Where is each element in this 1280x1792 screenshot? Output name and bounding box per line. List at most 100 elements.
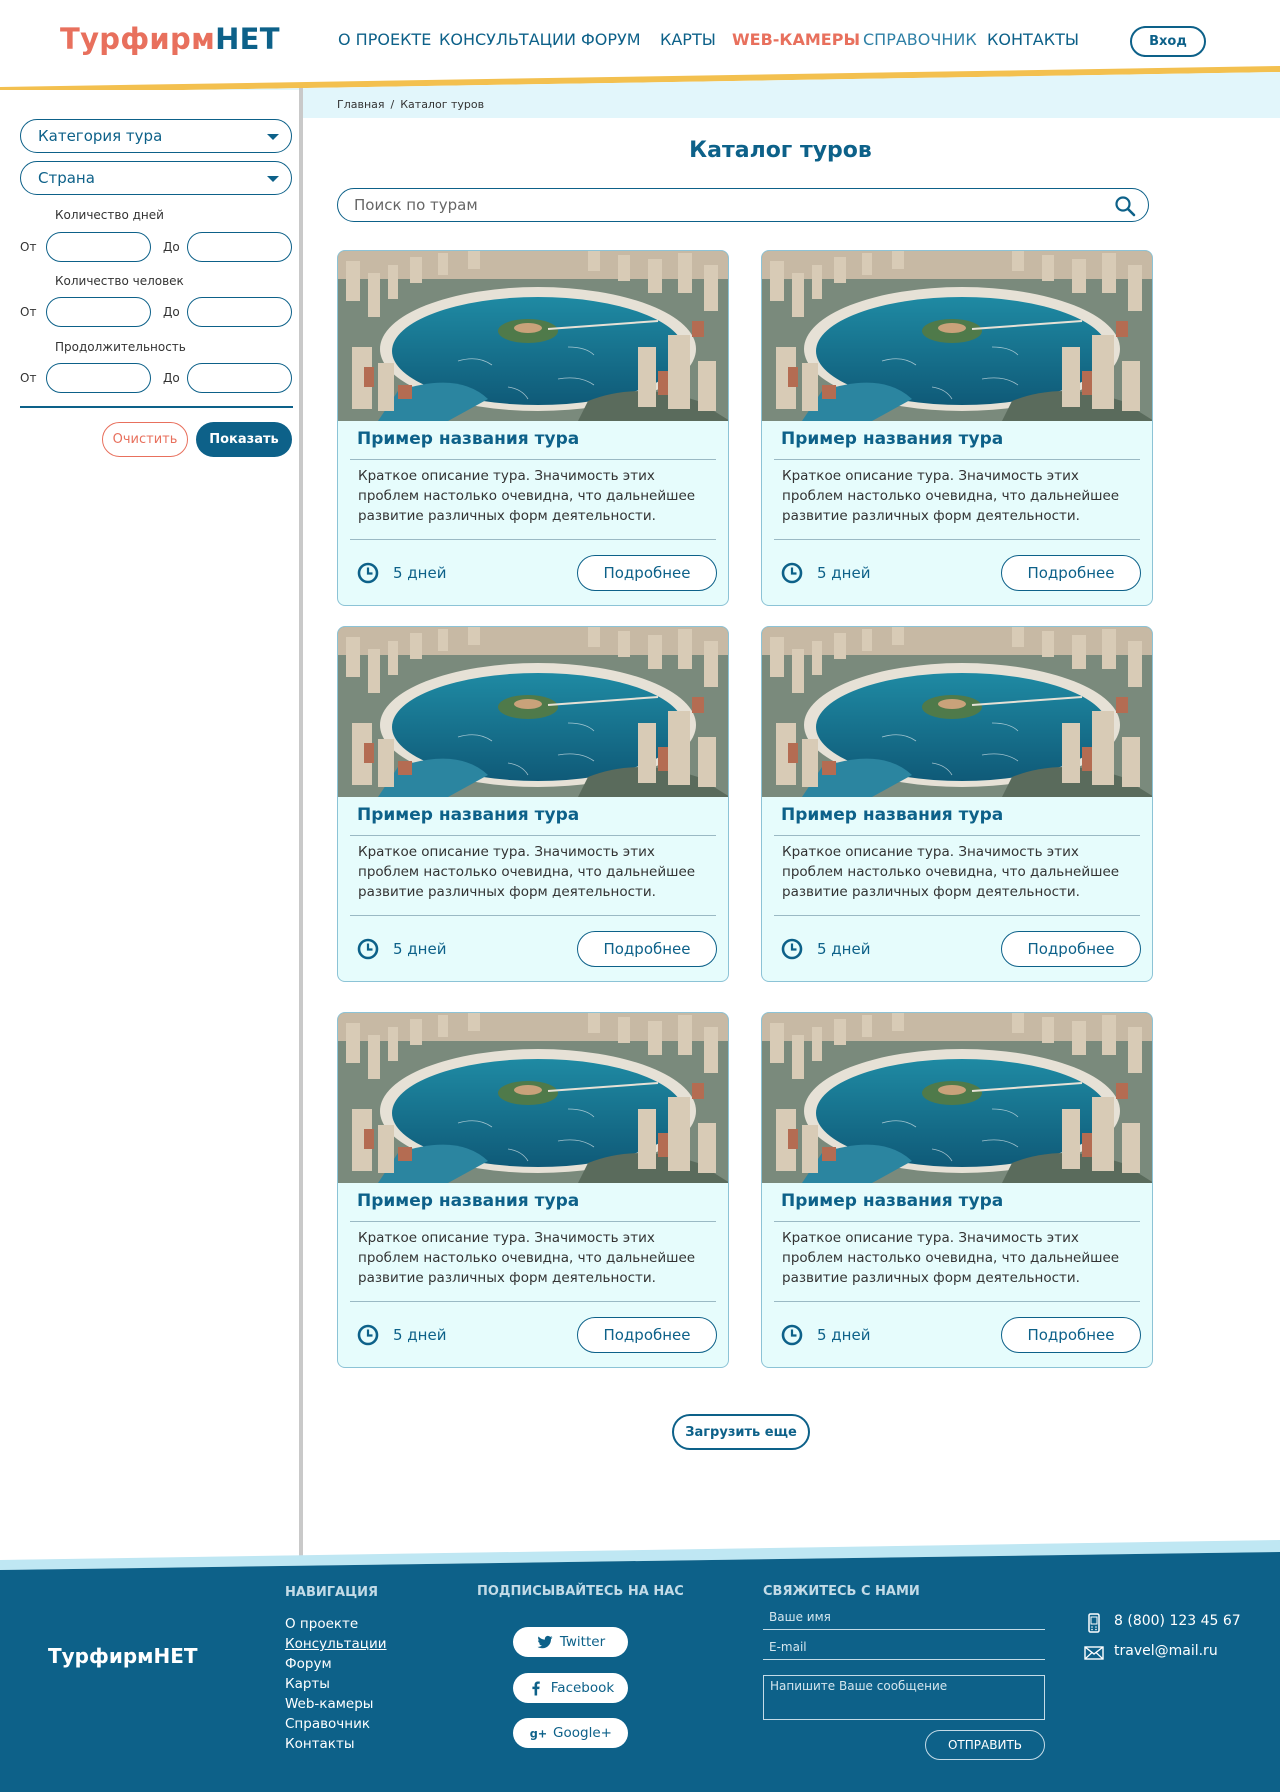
send-button[interactable]: ОТПРАВИТЬ <box>925 1730 1045 1760</box>
duration-to-input[interactable] <box>187 363 292 393</box>
footer-nav-consultations[interactable]: Консультации <box>285 1634 387 1654</box>
details-button[interactable]: Подробнее <box>1001 1317 1141 1353</box>
clear-filters-button[interactable]: Очистить <box>102 422 188 457</box>
tour-image[interactable] <box>762 1013 1152 1183</box>
tour-duration: 5 дней <box>393 1326 447 1344</box>
tour-description: Краткое описание тура. Значимость этих п… <box>358 844 696 900</box>
tour-image[interactable] <box>338 251 728 421</box>
clock-icon <box>781 1324 803 1346</box>
breadcrumb-separator: / <box>390 98 395 111</box>
people-to-label: До <box>163 305 180 319</box>
details-button[interactable]: Подробнее <box>1001 931 1141 967</box>
tour-description: Краткое описание тура. Значимость этих п… <box>782 1230 1120 1286</box>
twitter-icon <box>537 1635 553 1649</box>
footer-email-value[interactable]: travel@mail.ru <box>1114 1643 1218 1659</box>
days-from-input[interactable] <box>46 232 151 262</box>
people-from-label: От <box>20 305 37 319</box>
category-select[interactable]: Категория тура <box>20 119 292 153</box>
nav-item-about[interactable]: О ПРОЕКТЕ <box>338 30 431 49</box>
tour-image[interactable] <box>338 1013 728 1183</box>
twitter-label: Twitter <box>559 1634 606 1650</box>
footer-logo[interactable]: ТурфирмНЕТ <box>48 1644 198 1668</box>
mail-icon <box>1084 1646 1104 1660</box>
tour-title[interactable]: Пример названия тура <box>357 429 579 449</box>
header-stripe <box>0 66 1280 94</box>
category-select-value: Категория тура <box>38 127 163 145</box>
clock-icon <box>357 1324 379 1346</box>
details-button[interactable]: Подробнее <box>1001 555 1141 591</box>
card-divider <box>774 915 1140 916</box>
nav-item-consultations[interactable]: КОНСУЛЬТАЦИИ <box>439 30 576 49</box>
logo[interactable]: ТурфирмНЕТ <box>60 22 280 56</box>
details-button[interactable]: Подробнее <box>577 1317 717 1353</box>
footer-nav-maps[interactable]: Карты <box>285 1674 387 1694</box>
days-label: Количество дней <box>55 208 164 222</box>
footer-email-input[interactable] <box>763 1634 1045 1660</box>
footer-nav-webcams[interactable]: Web-камеры <box>285 1694 387 1714</box>
footer-nav-reference[interactable]: Справочник <box>285 1714 387 1734</box>
tour-card: Пример названия тура Краткое описание ту… <box>761 1012 1153 1368</box>
details-button[interactable]: Подробнее <box>577 555 717 591</box>
phone-icon <box>1088 1613 1100 1633</box>
clock-icon <box>357 562 379 584</box>
tour-title[interactable]: Пример названия тура <box>357 805 579 825</box>
filter-sidebar: Категория тура Страна Количество дней От… <box>0 90 300 1560</box>
tour-photo <box>338 627 728 797</box>
nav-item-forum[interactable]: ФОРУМ <box>581 30 641 49</box>
tour-image[interactable] <box>762 251 1152 421</box>
tour-title[interactable]: Пример названия тура <box>357 1191 579 1211</box>
days-to-input[interactable] <box>187 232 292 262</box>
load-more-button[interactable]: Загрузить еще <box>672 1414 810 1450</box>
people-label: Количество человек <box>55 274 184 288</box>
card-divider <box>774 835 1140 836</box>
days-to-label: До <box>163 240 180 254</box>
footer: ТурфирмНЕТ НАВИГАЦИЯ О проекте Консульта… <box>0 1540 1280 1792</box>
tour-title[interactable]: Пример названия тура <box>781 429 1003 449</box>
chevron-down-icon <box>267 176 279 182</box>
duration-from-label: От <box>20 371 37 385</box>
people-to-input[interactable] <box>187 297 292 327</box>
people-from-input[interactable] <box>46 297 151 327</box>
footer-phone-value[interactable]: 8 (800) 123 45 67 <box>1114 1613 1241 1629</box>
tour-photo <box>762 627 1152 797</box>
footer-nav-about[interactable]: О проекте <box>285 1614 387 1634</box>
tour-title[interactable]: Пример названия тура <box>781 1191 1003 1211</box>
twitter-button[interactable]: Twitter <box>513 1627 628 1657</box>
logo-part-2: НЕТ <box>215 22 280 56</box>
card-divider <box>774 1221 1140 1222</box>
duration-from-input[interactable] <box>46 363 151 393</box>
tour-image[interactable] <box>338 627 728 797</box>
footer-contact-heading: СВЯЖИТЕСЬ С НАМИ <box>763 1584 920 1599</box>
search-box <box>337 188 1149 222</box>
footer-social-heading: ПОДПИСЫВАЙТЕСЬ НА НАС <box>477 1584 684 1599</box>
footer-name-input[interactable] <box>763 1604 1045 1630</box>
footer-nav-forum[interactable]: Форум <box>285 1654 387 1674</box>
tour-title[interactable]: Пример названия тура <box>781 805 1003 825</box>
footer-nav-contacts[interactable]: Контакты <box>285 1734 387 1754</box>
card-divider <box>350 459 716 460</box>
tour-card: Пример названия тура Краткое описание ту… <box>761 626 1153 982</box>
clock-icon <box>781 562 803 584</box>
search-input[interactable] <box>354 194 1094 216</box>
footer-phone: 8 (800) 123 45 67 <box>1084 1613 1241 1635</box>
details-button[interactable]: Подробнее <box>577 931 717 967</box>
nav-item-webcams[interactable]: WEB-КАМЕРЫ <box>732 30 860 49</box>
facebook-label: Facebook <box>550 1680 615 1696</box>
breadcrumb-home[interactable]: Главная <box>337 98 385 111</box>
search-icon[interactable] <box>1114 195 1136 217</box>
country-select[interactable]: Страна <box>20 161 292 195</box>
nav-item-maps[interactable]: КАРТЫ <box>660 30 716 49</box>
googleplus-button[interactable]: g+ Google+ <box>513 1718 628 1748</box>
login-button[interactable]: Вход <box>1130 26 1206 57</box>
tour-description: Краткое описание тура. Значимость этих п… <box>358 1230 696 1286</box>
footer-message-input[interactable] <box>763 1675 1045 1720</box>
nav-item-contacts[interactable]: КОНТАКТЫ <box>987 30 1079 49</box>
tour-image[interactable] <box>762 627 1152 797</box>
googleplus-label: Google+ <box>553 1725 612 1741</box>
nav-item-reference[interactable]: СПРАВОЧНИК <box>863 30 977 49</box>
tour-description: Краткое описание тура. Значимость этих п… <box>782 468 1120 524</box>
logo-part-1: Турфирм <box>60 22 216 56</box>
show-results-button[interactable]: Показать <box>196 422 292 457</box>
tour-duration: 5 дней <box>393 564 447 582</box>
facebook-button[interactable]: Facebook <box>513 1673 628 1703</box>
